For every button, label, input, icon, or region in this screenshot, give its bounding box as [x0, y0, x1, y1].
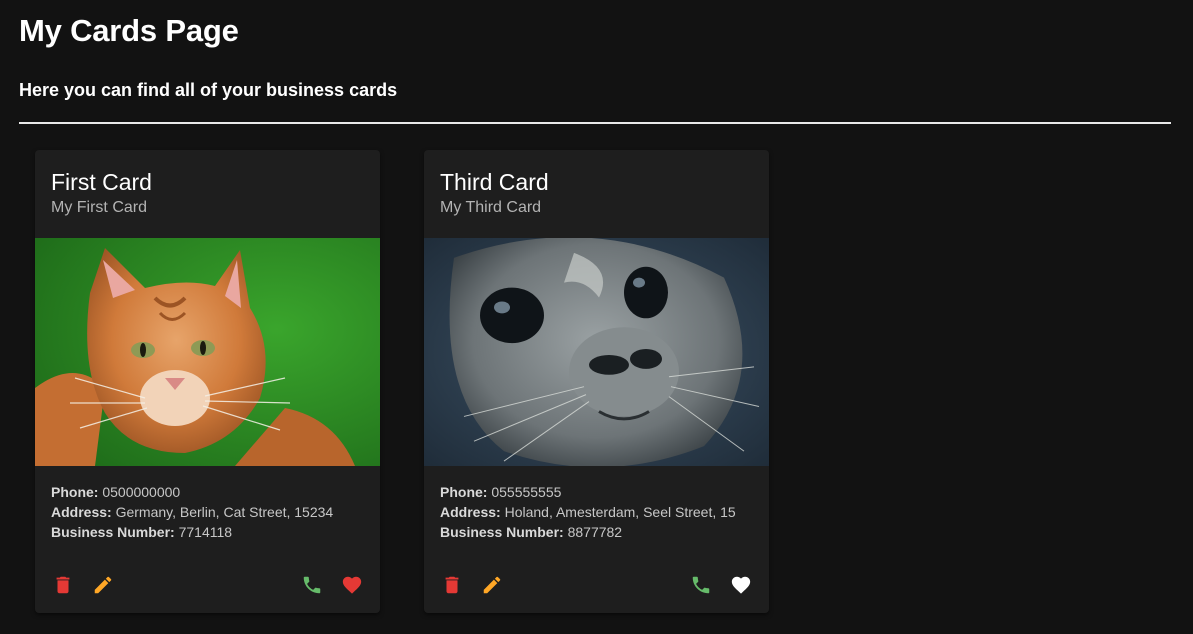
phone-value: 0500000000: [102, 484, 181, 500]
card-header: First Card My First Card: [35, 150, 380, 238]
delete-button[interactable]: [432, 569, 472, 601]
delete-icon: [56, 576, 70, 594]
page-title: My Cards Page: [19, 13, 239, 48]
business-number-row: Business Number: 7714118: [51, 522, 364, 542]
phone-value: 055555555: [491, 484, 562, 500]
delete-icon: [445, 576, 459, 594]
address-label: Address:: [440, 504, 501, 520]
card-title: Third Card: [440, 169, 549, 195]
divider: [19, 122, 1171, 124]
phone-row: Phone: 0500000000: [51, 482, 364, 502]
phone-icon: [303, 576, 321, 594]
address-value: Holand, Amesterdam, Seel Street, 15: [504, 504, 736, 520]
business-number-label: Business Number:: [440, 524, 564, 540]
phone-icon: [692, 576, 710, 594]
phone-row: Phone: 055555555: [440, 482, 753, 502]
phone-label: Phone:: [440, 484, 488, 500]
card-details: Phone: 055555555 Address: Holand, Ameste…: [424, 466, 769, 542]
card-subtitle: My Third Card: [440, 199, 542, 216]
business-number-value: 7714118: [178, 524, 233, 540]
call-button[interactable]: [292, 569, 332, 601]
address-value: Germany, Berlin, Cat Street, 15234: [115, 504, 334, 520]
edit-button[interactable]: [472, 569, 512, 601]
business-card: First Card My First Card Phone: 05000000…: [35, 150, 380, 613]
card-actions: [35, 569, 380, 601]
page-subtitle: Here you can find all of your business c…: [19, 80, 398, 100]
business-number-row: Business Number: 8877782: [440, 522, 753, 542]
cards-container: First Card My First Card Phone: 05000000…: [35, 150, 769, 613]
address-label: Address:: [51, 504, 112, 520]
heart-icon: [731, 576, 751, 594]
business-number-label: Business Number:: [51, 524, 175, 540]
address-row: Address: Germany, Berlin, Cat Street, 15…: [51, 502, 364, 522]
edit-icon: [94, 576, 112, 594]
heart-icon: [342, 576, 362, 594]
edit-icon: [483, 576, 501, 594]
delete-button[interactable]: [43, 569, 83, 601]
address-row: Address: Holand, Amesterdam, Seel Street…: [440, 502, 753, 522]
card-details: Phone: 0500000000 Address: Germany, Berl…: [35, 466, 380, 542]
business-card: Third Card My Third Card Phone: 05555555…: [424, 150, 769, 613]
card-header: Third Card My Third Card: [424, 150, 769, 238]
card-title: First Card: [51, 169, 152, 195]
phone-label: Phone:: [51, 484, 99, 500]
call-button[interactable]: [681, 569, 721, 601]
card-actions: [424, 569, 769, 601]
favorite-button[interactable]: [721, 569, 761, 601]
card-image-cat: [35, 238, 380, 466]
card-image-seal: [424, 238, 769, 466]
edit-button[interactable]: [83, 569, 123, 601]
business-number-value: 8877782: [567, 524, 623, 540]
favorite-button[interactable]: [332, 569, 372, 601]
card-subtitle: My First Card: [51, 199, 147, 216]
page: My Cards Page Here you can find all of y…: [0, 0, 1193, 634]
